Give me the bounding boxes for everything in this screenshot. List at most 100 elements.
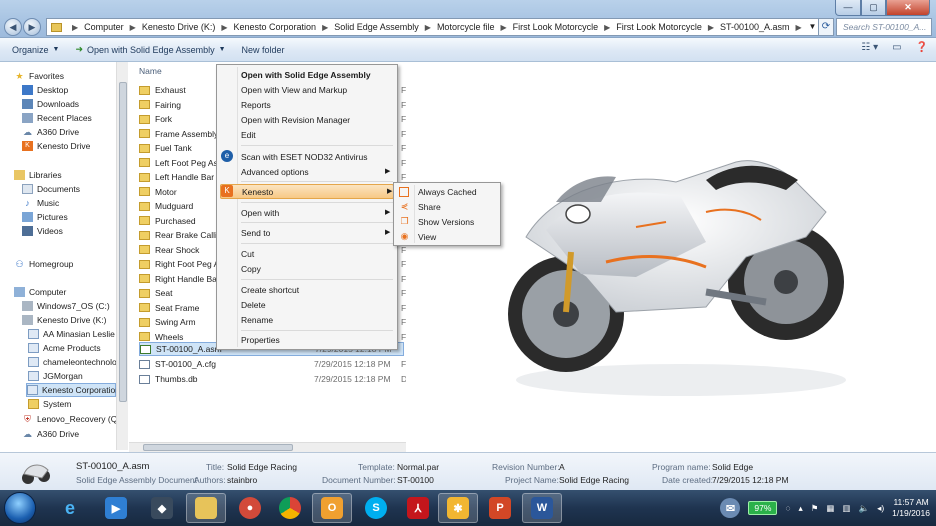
nav-favorites[interactable]: ★ Favorites — [14, 69, 64, 83]
details-template-value[interactable]: Normal.par — [397, 462, 439, 472]
help-icon[interactable]: ❓ — [916, 42, 928, 53]
details-docnum-value[interactable]: ST-00100 — [397, 475, 434, 485]
breadcrumb-first-look-2[interactable]: First Look Motorcycle — [616, 22, 702, 32]
start-button[interactable] — [4, 492, 36, 524]
speaker-icon[interactable]: 🔈 — [858, 503, 869, 514]
breadcrumb-kenesto-drive[interactable]: Kenesto Drive (K:) — [142, 22, 216, 32]
details-title-value[interactable]: Solid Edge Racing — [227, 462, 297, 472]
menu-open-revision-manager[interactable]: Open with Revision Manager — [241, 113, 350, 127]
nav-kenesto-drive[interactable]: K Kenesto Drive — [22, 139, 90, 153]
scrollbar-thumb[interactable] — [119, 82, 127, 402]
taskbar-powerpoint[interactable]: P — [480, 493, 520, 523]
taskbar-skype[interactable]: S — [356, 493, 396, 523]
nav-a360-drive-2[interactable]: ☁ A360 Drive — [22, 427, 79, 441]
file-row-cfg[interactable]: ST-00100_A.cfg 7/29/2015 12:18 PM F — [139, 357, 406, 371]
chevron-right-icon[interactable]: ▶ — [322, 23, 328, 32]
volume-icon[interactable]: ◂) — [877, 503, 884, 514]
scrollbar-thumb[interactable] — [143, 444, 293, 451]
preview-pane-icon[interactable]: ▭ — [892, 42, 901, 53]
menu-cut[interactable]: Cut — [241, 247, 254, 261]
menu-rename[interactable]: Rename — [241, 313, 273, 327]
menu-open-with[interactable]: Open with ▶ — [241, 206, 390, 220]
breadcrumb-solid-edge-assembly[interactable]: Solid Edge Assembly — [334, 22, 419, 32]
chevron-right-icon[interactable]: ▶ — [500, 23, 506, 32]
taskbar-app-3[interactable]: ◆ — [142, 493, 182, 523]
menu-edit[interactable]: Edit — [241, 128, 256, 142]
menu-reports[interactable]: Reports — [241, 98, 271, 112]
nav-chameleon[interactable]: chameleontechnolo — [28, 355, 117, 369]
view-options-icon[interactable]: ☷ ▾ — [861, 42, 878, 53]
taskbar-word[interactable]: W — [522, 493, 562, 523]
nav-kenesto-corporation[interactable]: Kenesto Corporation — [26, 383, 120, 397]
flag-icon[interactable]: ⚑ — [811, 503, 819, 514]
network-signal-icon[interactable]: ▥ — [842, 503, 850, 514]
chevron-right-icon[interactable]: ▶ — [130, 23, 136, 32]
nav-documents[interactable]: Documents — [22, 182, 80, 196]
breadcrumb-motorcycle-file[interactable]: Motorcycle file — [437, 22, 495, 32]
organize-button[interactable]: Organize ▼ — [12, 45, 59, 55]
minimize-button[interactable]: — — [835, 0, 861, 16]
nav-music[interactable]: ♪ Music — [22, 196, 59, 210]
file-row-thumbs[interactable]: Thumbs.db 7/29/2015 12:18 PM D — [139, 372, 406, 386]
nav-a360-drive[interactable]: ☁ A360 Drive — [22, 125, 79, 139]
search-input[interactable]: Search ST-00100_A... — [836, 18, 932, 36]
submenu-share[interactable]: Share — [418, 200, 441, 214]
nav-videos[interactable]: Videos — [22, 224, 63, 238]
display-icon[interactable]: ▦ — [826, 503, 834, 514]
details-authors-value[interactable]: stainbro — [227, 475, 257, 485]
battery-indicator[interactable]: 97% — [748, 501, 778, 515]
nav-aa-minasian[interactable]: AA Minasian Leslie — [28, 327, 115, 341]
taskbar-acrobat[interactable]: ⅄ — [398, 493, 438, 523]
close-button[interactable]: ✕ — [886, 0, 930, 16]
details-project-value[interactable]: Solid Edge Racing — [559, 475, 629, 485]
chevron-right-icon[interactable]: ▶ — [708, 23, 714, 32]
new-folder-button[interactable]: New folder — [242, 45, 285, 55]
nav-computer[interactable]: Computer — [14, 285, 66, 299]
chevron-right-icon[interactable]: ▶ — [221, 23, 227, 32]
chevron-right-icon[interactable]: ▶ — [604, 23, 610, 32]
nav-k-drive[interactable]: Kenesto Drive (K:) — [22, 313, 106, 327]
details-program-value[interactable]: Solid Edge — [712, 462, 753, 472]
clock[interactable]: 11:57 AM 1/19/2016 — [892, 497, 930, 519]
maximize-button[interactable]: ▢ — [861, 0, 886, 16]
nav-c-drive[interactable]: Windows7_OS (C:) — [22, 299, 110, 313]
menu-properties[interactable]: Properties — [241, 333, 280, 347]
nav-acme-products[interactable]: Acme Products — [28, 341, 101, 355]
file-list-hscrollbar[interactable] — [129, 442, 406, 452]
taskbar-solid-edge[interactable]: ✱ — [438, 493, 478, 523]
refresh-button[interactable]: ⟳ — [818, 18, 834, 36]
taskbar-ie[interactable]: e — [50, 493, 90, 523]
nav-jgmorgan[interactable]: JGMorgan — [28, 369, 83, 383]
taskbar-explorer[interactable] — [186, 493, 226, 523]
menu-send-to[interactable]: Send to ▶ — [241, 226, 390, 240]
nav-system[interactable]: System — [28, 397, 71, 411]
nav-pictures[interactable]: Pictures — [22, 210, 68, 224]
menu-kenesto[interactable]: Kenesto ▶ — [220, 184, 394, 199]
menu-copy[interactable]: Copy — [241, 262, 261, 276]
show-hidden-icons[interactable]: ▴ — [799, 503, 803, 514]
taskbar-app-5[interactable]: ● — [230, 493, 270, 523]
details-revision-value[interactable]: A — [559, 462, 565, 472]
submenu-always-cached[interactable]: Always Cached — [418, 185, 477, 199]
menu-delete[interactable]: Delete — [241, 298, 266, 312]
chevron-right-icon[interactable]: ▶ — [425, 23, 431, 32]
menu-open-view-markup[interactable]: Open with View and Markup — [241, 83, 347, 97]
nav-downloads[interactable]: Downloads — [22, 97, 79, 111]
nav-scrollbar[interactable] — [116, 62, 128, 450]
taskbar-outlook[interactable]: O — [312, 493, 352, 523]
menu-scan-eset[interactable]: Scan with ESET NOD32 Antivirus — [241, 150, 367, 164]
menu-advanced-options[interactable]: Advanced options ▶ — [241, 165, 390, 179]
submenu-view[interactable]: View — [418, 230, 436, 244]
taskbar-chrome[interactable] — [270, 493, 310, 523]
breadcrumb-computer[interactable]: Computer — [84, 22, 124, 32]
notification-icon[interactable]: ✉ — [720, 498, 741, 518]
forward-button[interactable]: ▶ — [23, 18, 41, 36]
network-icon[interactable]: ◌ — [785, 503, 790, 513]
column-header-name[interactable]: Name — [139, 66, 162, 76]
submenu-show-versions[interactable]: Show Versions — [418, 215, 474, 229]
breadcrumb-kenesto-corporation[interactable]: Kenesto Corporation — [234, 22, 317, 32]
menu-create-shortcut[interactable]: Create shortcut — [241, 283, 299, 297]
open-with-button[interactable]: ➜ Open with Solid Edge Assembly ▼ — [75, 44, 225, 55]
nav-desktop[interactable]: Desktop — [22, 83, 68, 97]
address-bar[interactable]: ▶ Computer ▶ Kenesto Drive (K:) ▶ Kenesto … — [46, 18, 814, 36]
